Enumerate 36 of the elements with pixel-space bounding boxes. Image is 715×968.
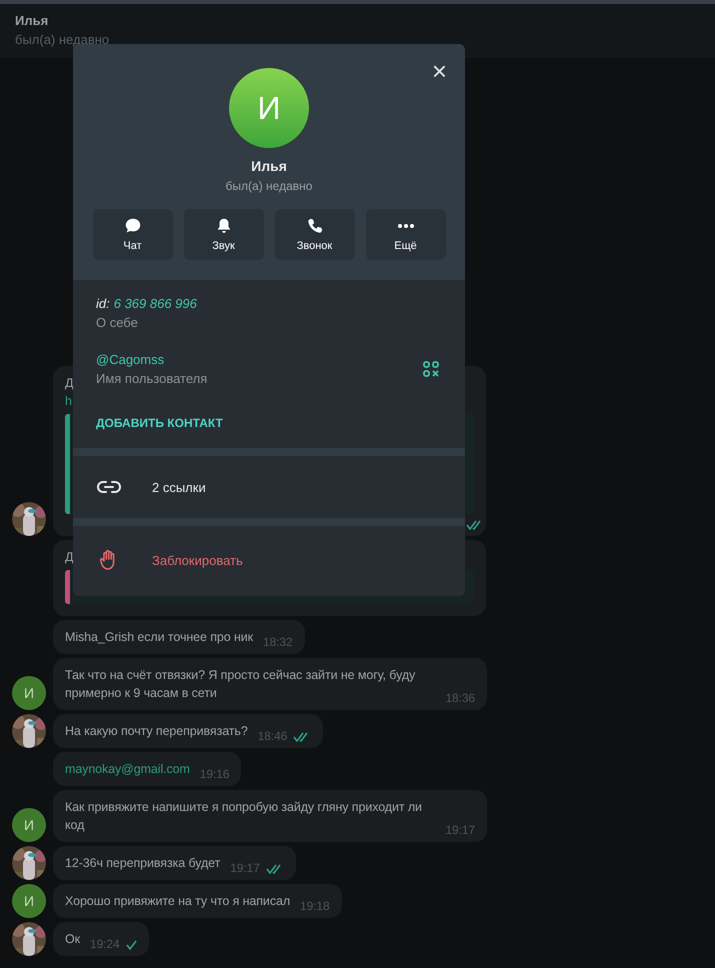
bio-label: О себе	[96, 315, 138, 330]
chat-bubble-icon	[124, 217, 142, 235]
id-label: id:	[96, 296, 110, 311]
block-item[interactable]: Заблокировать	[73, 526, 465, 594]
avatar: И	[229, 68, 309, 148]
qr-code-icon[interactable]	[423, 361, 439, 377]
message-text: Так что на счёт отвязки? Я просто сейчас зайти не могу, буду примерно к 9 часам в сети	[65, 667, 416, 702]
message-text: Ок	[65, 931, 80, 948]
close-button[interactable]: ×	[432, 58, 447, 84]
message-text: Д	[65, 549, 74, 566]
action-button[interactable]: Звук	[184, 209, 264, 260]
avatar: И	[12, 676, 46, 710]
message-text: Хорошо привяжите на ту что я написал	[65, 893, 290, 910]
phone-icon	[306, 217, 324, 235]
username-label: Имя пользователя	[96, 371, 208, 386]
message-link[interactable]: h	[65, 392, 72, 410]
avatar: И	[12, 808, 46, 842]
message-text: На какую почту перепривязать?	[65, 723, 248, 740]
contact-name: Илья	[15, 13, 48, 28]
user-id[interactable]: 6 369 866 996	[114, 296, 197, 311]
profile-status: был(а) недавно	[226, 179, 312, 193]
message-text: Д	[65, 375, 74, 392]
message-text: Misha_Grish если точнее про ник	[65, 629, 254, 646]
action-button[interactable]: Звонок	[274, 209, 354, 260]
profile-name: Илья	[251, 158, 287, 174]
avatar: И	[12, 884, 46, 918]
add-contact-button[interactable]: ДОБАВИТЬ КОНТАКТ	[96, 416, 223, 430]
message-link[interactable]: maynokay@gmail.com	[65, 760, 190, 778]
contact-status: был(а) недавно	[15, 32, 110, 47]
action-button[interactable]: Ещё	[366, 209, 446, 260]
message-text: 12-36ч перепривязка будет	[65, 855, 220, 872]
more-icon	[398, 224, 414, 228]
links-item[interactable]: 2 ссылки	[73, 456, 465, 518]
action-button[interactable]: Чат	[92, 209, 172, 260]
username[interactable]: @Cagomss	[96, 352, 164, 367]
message-text: Как привяжите напишите я попробую зайду гляну приходит ли код	[65, 799, 423, 834]
